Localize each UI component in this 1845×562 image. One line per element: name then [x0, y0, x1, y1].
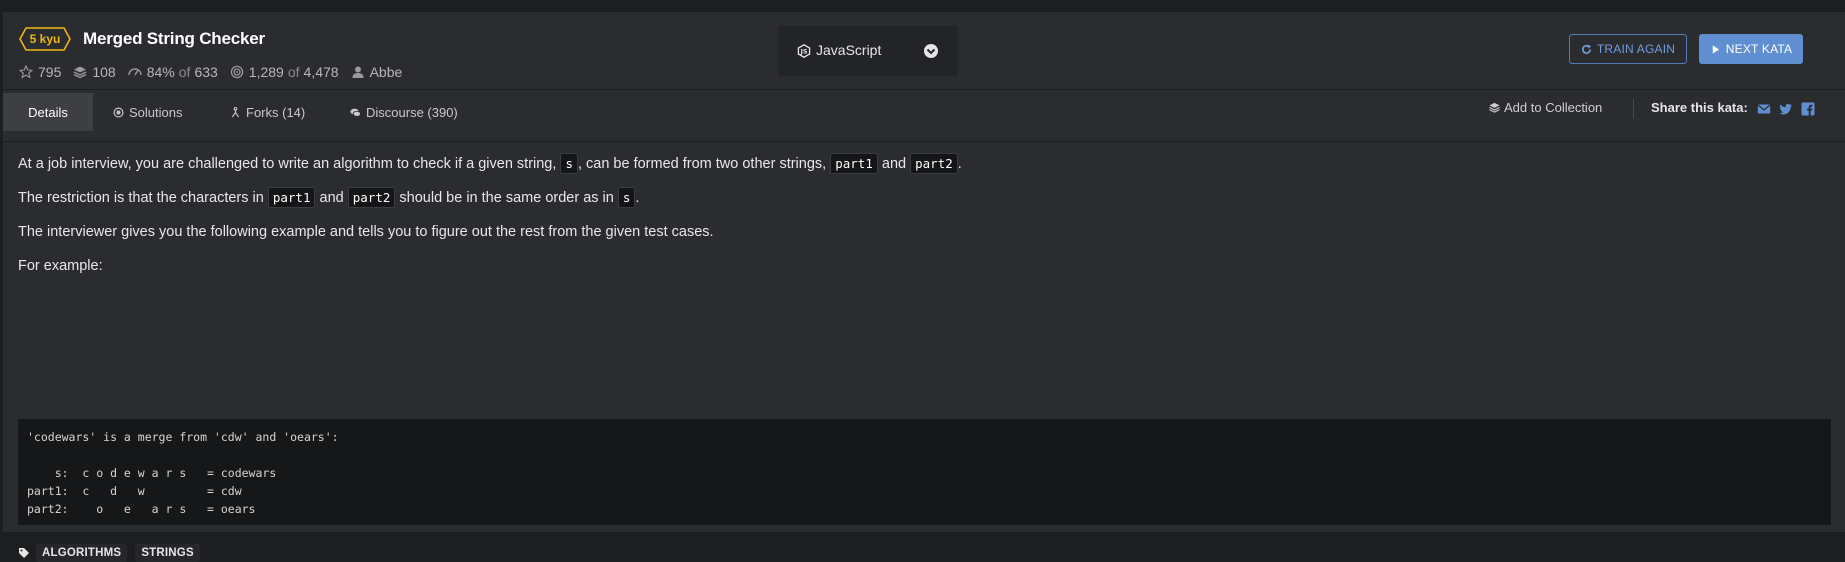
- tab-forks[interactable]: Forks (14): [230, 93, 305, 131]
- layers-icon: [74, 66, 87, 79]
- play-icon: [1712, 44, 1719, 54]
- satisfaction-stat: 84% of 633: [128, 64, 218, 80]
- completed-count: 1,289: [248, 64, 284, 80]
- inline-code: part2: [347, 187, 396, 208]
- tag-algorithms[interactable]: ALGORITHMS: [36, 544, 128, 562]
- tab-discourse[interactable]: Discourse (390): [350, 93, 458, 131]
- star-icon: [19, 65, 33, 79]
- share-icons: [1757, 102, 1815, 116]
- tag-icon: [19, 548, 29, 558]
- text: At a job interview, you are challenged t…: [18, 156, 557, 172]
- kata-tabs: Details Solutions Forks (14) Discourse (…: [3, 90, 1845, 141]
- twitter-share-icon[interactable]: [1779, 102, 1793, 116]
- votes-of-label: of: [178, 64, 191, 80]
- tag-strings[interactable]: STRINGS: [135, 544, 200, 562]
- author-name: Abbe: [369, 64, 403, 80]
- text: and: [881, 156, 907, 172]
- refresh-icon: [1581, 43, 1591, 54]
- inline-code: s: [560, 153, 578, 174]
- author-stat[interactable]: Abbe: [351, 64, 403, 80]
- stars-count: 795: [38, 64, 62, 80]
- text: .: [635, 190, 640, 206]
- text: .: [957, 156, 962, 172]
- solutions-icon: [113, 107, 124, 117]
- rank-label: 5 kyu: [29, 32, 61, 46]
- facebook-share-icon[interactable]: [1801, 102, 1815, 116]
- language-selector[interactable]: JS JavaScript: [778, 26, 958, 76]
- tab-details[interactable]: Details: [3, 93, 93, 131]
- votes-count: 633: [194, 64, 218, 80]
- next-kata-label: NEXT KATA: [1725, 42, 1793, 56]
- chevron-down-icon: [924, 44, 938, 58]
- language-label: JavaScript: [816, 42, 882, 58]
- completions-stat: 1,289 of 4,478: [230, 64, 339, 80]
- tab-discourse-label: Discourse (390): [366, 104, 458, 120]
- inline-code: part1: [267, 187, 316, 208]
- satisfaction-icon: [128, 68, 142, 76]
- svg-text:JS: JS: [799, 48, 807, 56]
- text: The restriction is that the characters i…: [18, 190, 264, 206]
- inline-code: s: [617, 187, 636, 208]
- attempts-count: 4,478: [303, 64, 339, 80]
- kata-header: 5 kyu Merged String Checker 795 108 84% …: [3, 12, 1845, 89]
- text: , can be formed from two other strings,: [577, 156, 827, 172]
- description-paragraph-3: The interviewer gives you the following …: [18, 224, 714, 240]
- text: and: [319, 190, 344, 206]
- kata-stats: 795 108 84% of 633 1,289 of 4,478 Abbe: [19, 62, 414, 82]
- tab-solutions-label: Solutions: [129, 104, 183, 120]
- kata-title: Merged String Checker: [83, 29, 265, 48]
- inline-code: part2: [910, 153, 958, 174]
- rank-badge: 5 kyu: [19, 27, 71, 51]
- user-icon: [352, 66, 364, 78]
- fork-icon: [231, 106, 240, 117]
- tab-solutions[interactable]: Solutions: [113, 93, 182, 131]
- collections-count: 108: [92, 64, 116, 80]
- comments-icon: [350, 108, 361, 117]
- collections-stat: 108: [73, 64, 116, 80]
- train-again-label: TRAIN AGAIN: [1596, 42, 1676, 56]
- kata-page: 5 kyu Merged String Checker 795 108 84% …: [3, 12, 1845, 562]
- add-to-collection-label: Add to Collection: [1504, 100, 1603, 115]
- description-paragraph-4: For example:: [18, 258, 103, 274]
- kata-tags: ALGORITHMS STRINGS: [18, 544, 208, 562]
- target-icon: [230, 65, 244, 79]
- tab-forks-label: Forks (14): [246, 104, 306, 120]
- tab-details-label: Details: [28, 104, 68, 120]
- stars-stat[interactable]: 795: [19, 64, 61, 80]
- inline-code: part1: [830, 153, 878, 174]
- description-paragraph-2: The restriction is that the characters i…: [18, 187, 640, 208]
- train-again-button[interactable]: TRAIN AGAIN: [1569, 34, 1687, 64]
- text: should be in the same order as in: [399, 190, 614, 206]
- description-paragraph-1: At a job interview, you are challenged t…: [18, 153, 962, 174]
- next-kata-button[interactable]: NEXT KATA: [1699, 34, 1803, 64]
- actions-divider: [1633, 99, 1634, 119]
- email-share-icon[interactable]: [1757, 102, 1771, 116]
- example-code-block: 'codewars' is a merge from 'cdw' and 'oe…: [18, 419, 1831, 525]
- kata-description: At a job interview, you are challenged t…: [3, 142, 1845, 562]
- example-code: 'codewars' is a merge from 'cdw' and 'oe…: [27, 430, 339, 516]
- share-label: Share this kata:: [1651, 100, 1748, 115]
- satisfaction-rating: 84%: [146, 64, 175, 80]
- attempts-of-label: of: [287, 64, 300, 80]
- add-to-collection-button[interactable]: Add to Collection: [1489, 100, 1602, 115]
- layers-icon: [1489, 102, 1500, 113]
- javascript-icon: JS: [797, 44, 811, 58]
